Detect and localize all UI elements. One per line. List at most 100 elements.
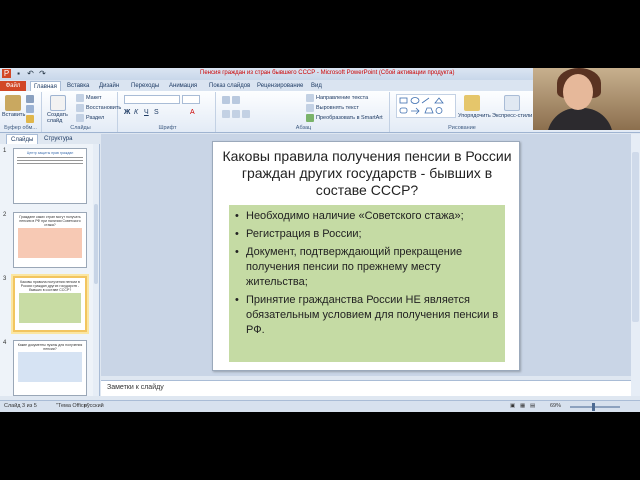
redo-icon[interactable]: ↷ xyxy=(38,69,47,78)
undo-icon[interactable]: ↶ xyxy=(26,69,35,78)
quick-styles-icon[interactable] xyxy=(504,95,520,111)
bullet-list: Необходимо наличие «Советского стажа»; Р… xyxy=(229,205,505,338)
font-group-label: Шрифт xyxy=(158,125,177,131)
slide-title[interactable]: Каковы правила получения пенсии в России… xyxy=(217,148,517,199)
align-left-icon[interactable] xyxy=(222,110,230,118)
paste-button[interactable]: Вставить xyxy=(2,112,25,118)
slides-group-label: Слайды xyxy=(70,125,91,131)
smartart-icon xyxy=(306,114,314,122)
notes-pane[interactable]: Заметки к слайду xyxy=(101,380,631,396)
arrange-button[interactable]: Упорядочить xyxy=(458,113,491,119)
editor-scrollbar[interactable] xyxy=(631,134,640,396)
smartart-button[interactable]: Преобразовать в SmartArt xyxy=(306,114,383,122)
tab-transitions[interactable]: Переходы xyxy=(128,81,162,91)
section-button[interactable]: Раздел xyxy=(76,114,104,122)
thumbnail-slide-1[interactable]: Центр защиты прав граждан xyxy=(13,148,87,204)
thumb-number: 4 xyxy=(3,340,7,346)
zoom-knob[interactable] xyxy=(592,403,595,411)
thumb-number: 1 xyxy=(3,148,7,154)
quick-access-toolbar: P ▪ ↶ ↷ xyxy=(2,69,47,78)
view-normal-icon[interactable]: ▣ xyxy=(510,403,515,409)
layout-icon xyxy=(76,94,84,102)
reset-button[interactable]: Восстановить xyxy=(76,104,121,112)
format-painter-icon[interactable] xyxy=(26,115,34,123)
tab-animation[interactable]: Анимация xyxy=(166,81,200,91)
presenter-shirt xyxy=(547,108,613,130)
thumbnails-scrollbar[interactable] xyxy=(93,144,99,396)
current-slide[interactable]: Каковы правила получения пенсии в России… xyxy=(212,141,520,371)
bullet-item: Принятие гражданства России НЕ является … xyxy=(233,293,499,338)
text-direction-icon xyxy=(306,94,314,102)
bullets-list-icon[interactable] xyxy=(222,96,230,104)
thumb-title: Центр защиты прав граждан xyxy=(26,151,74,155)
arrange-icon[interactable] xyxy=(464,95,480,111)
new-slide-button[interactable]: Создать слайд xyxy=(47,112,73,124)
font-size-box[interactable] xyxy=(182,95,200,104)
slide-content-box[interactable]: Необходимо наличие «Советского стажа»; Р… xyxy=(229,205,505,362)
thumb-title: Каковы правила получения пенсии в России… xyxy=(20,280,80,292)
notes-placeholder: Заметки к слайду xyxy=(107,384,164,391)
view-reading-icon[interactable]: ▤ xyxy=(530,403,535,409)
thumbnail-slide-2[interactable]: Граждане каких стран могут получать пенс… xyxy=(13,212,87,268)
align-text-button[interactable]: Выровнять текст xyxy=(306,104,359,112)
tab-slideshow[interactable]: Показ слайдов xyxy=(206,81,253,91)
align-center-icon[interactable] xyxy=(232,110,240,118)
thumb-number: 2 xyxy=(3,212,7,218)
drawing-group-label: Рисование xyxy=(448,125,476,131)
underline-button[interactable]: Ч xyxy=(144,109,149,116)
italic-button[interactable]: К xyxy=(134,109,138,116)
presenter-face xyxy=(563,74,593,110)
font-name-box[interactable] xyxy=(124,95,180,104)
slide-thumbnails: 1 Центр защиты прав граждан 2 Граждане к… xyxy=(0,144,100,396)
tab-insert[interactable]: Вставка xyxy=(64,81,92,91)
thumbnail-slide-4[interactable]: Какие документы нужны для получения пенс… xyxy=(13,340,87,396)
bullet-item: Регистрация в России; xyxy=(233,227,499,242)
bold-button[interactable]: Ж xyxy=(124,109,130,116)
tab-view[interactable]: Вид xyxy=(308,81,325,91)
paragraph-group-label: Абзац xyxy=(295,125,312,131)
drawing-group: Упорядочить Экспресс-стили Рисование xyxy=(392,92,532,132)
clipboard-group: Вставить Буфер обм... xyxy=(0,92,42,132)
cut-icon[interactable] xyxy=(26,95,34,103)
section-icon xyxy=(76,114,84,122)
clipboard-group-label: Буфер обм... xyxy=(4,125,37,131)
tab-home[interactable]: Главная xyxy=(30,81,61,91)
window-title: Пенсия граждан из стран бывшего СССР - M… xyxy=(200,70,455,76)
bullet-item: Документ, подтверждающий прекращение пол… xyxy=(233,245,499,290)
font-group: Ж К Ч S A Шрифт xyxy=(120,92,216,132)
slide-counter: Слайд 3 из 5 xyxy=(4,403,37,409)
layout-button[interactable]: Макет xyxy=(76,94,102,102)
align-right-icon[interactable] xyxy=(242,110,250,118)
zoom-slider[interactable] xyxy=(570,403,620,411)
shapes-gallery[interactable] xyxy=(396,94,456,118)
zoom-level[interactable]: 69% xyxy=(550,403,561,409)
tab-file[interactable]: Файл xyxy=(0,81,26,91)
tab-outline[interactable]: Структура xyxy=(40,134,76,144)
save-icon[interactable]: ▪ xyxy=(14,69,23,78)
align-text-icon xyxy=(306,104,314,112)
copy-icon[interactable] xyxy=(26,105,34,113)
language-indicator[interactable]: русский xyxy=(84,403,104,409)
view-sorter-icon[interactable]: ▦ xyxy=(520,403,525,409)
new-slide-icon[interactable] xyxy=(50,95,66,111)
tab-review[interactable]: Рецензирование xyxy=(254,81,306,91)
status-bar: Слайд 3 из 5 "Тема Office" русский ▣ ▦ ▤… xyxy=(0,400,640,412)
text-direction-button[interactable]: Направление текста xyxy=(306,94,368,102)
reset-icon xyxy=(76,104,84,112)
numbered-list-icon[interactable] xyxy=(232,96,240,104)
slides-group: Создать слайд Макет Восстановить Раздел … xyxy=(44,92,121,132)
thumbnail-slide-3[interactable]: Каковы правила получения пенсии в России… xyxy=(13,276,87,332)
font-color-button[interactable]: A xyxy=(190,109,195,116)
tab-slides[interactable]: Слайды xyxy=(6,134,39,144)
left-panel-tabs: Слайды Структура xyxy=(0,134,100,144)
webcam-overlay xyxy=(533,68,640,130)
thumb-title: Граждане каких стран могут получать пенс… xyxy=(19,215,81,227)
powerpoint-logo-icon[interactable]: P xyxy=(2,69,11,78)
bullet-item: Необходимо наличие «Советского стажа»; xyxy=(233,209,499,224)
strikethrough-button[interactable]: S xyxy=(154,109,159,116)
slide-editor: Каковы правила получения пенсии в России… xyxy=(101,134,631,376)
tab-design[interactable]: Дизайн xyxy=(96,81,122,91)
paste-icon[interactable] xyxy=(5,95,21,111)
quick-styles-button[interactable]: Экспресс-стили xyxy=(492,113,532,119)
paragraph-group: Направление текста Выровнять текст Преоб… xyxy=(218,92,390,132)
